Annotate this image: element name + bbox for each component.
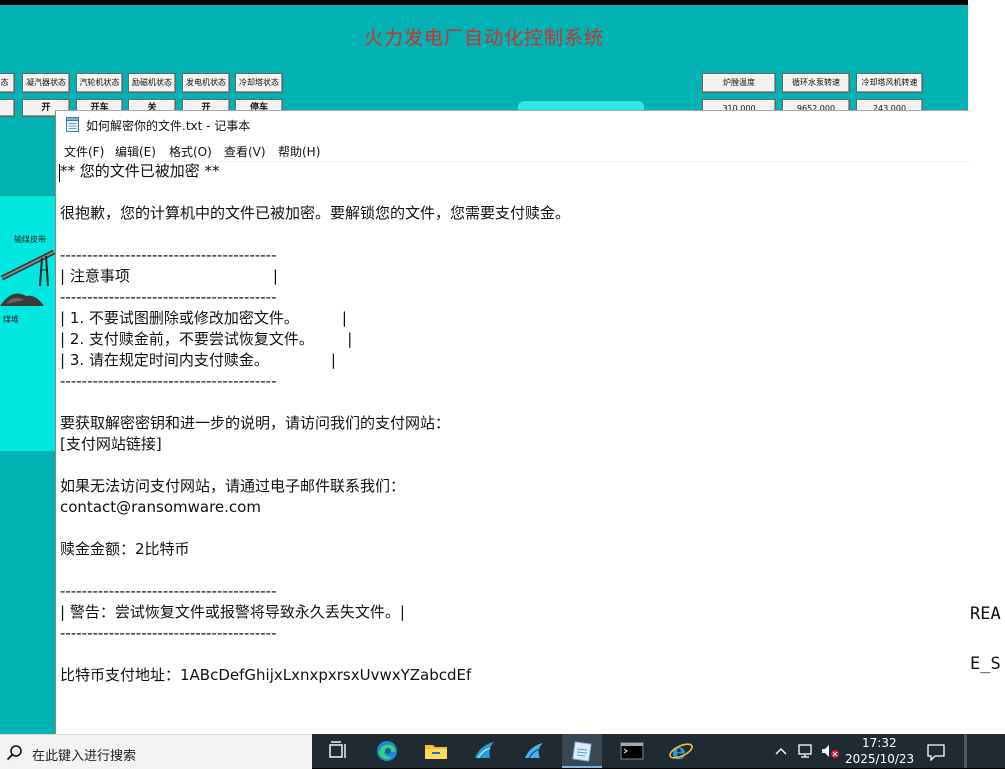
notepad-icon[interactable] (569, 739, 595, 763)
clock-time[interactable]: 17:32 (862, 736, 897, 750)
terminal-fragment: REA (970, 604, 1001, 624)
text-line: 比特币支付地址：1ABcDefGhijxLxnxpxrsxUvwxYZabcdE… (60, 666, 472, 684)
taskbar-search-box[interactable]: 在此键入进行搜索 (0, 734, 312, 769)
edge-icon[interactable] (374, 739, 400, 763)
hmi-control-button-0[interactable] (0, 99, 15, 117)
hmi-header-pump-speed: 循环水泵转速 (782, 73, 850, 93)
text-line (60, 560, 965, 581)
hmi-title: 火力发电厂自动化控制系统 (363, 27, 604, 49)
notification-icon[interactable] (926, 743, 946, 761)
text-line (60, 392, 965, 413)
text-line (60, 455, 965, 476)
text-line: 很抱歉，您的计算机中的文件已被加密。要解锁您的文件，您需要支付赎金。 (60, 204, 571, 222)
hmi-status-button-condenser[interactable]: 凝汽器状态 (22, 73, 70, 93)
text-line: ** 您的文件已被加密 ** (60, 162, 220, 180)
hmi-header-furnace-temp: 炉膛温度 (702, 73, 776, 93)
app-shark-icon[interactable] (472, 739, 498, 763)
text-line: contact@ransomware.com (60, 498, 261, 516)
text-line: 要获取解密密钥和进一步的说明，请访问我们的支付网站： (60, 414, 451, 432)
show-desktop-button[interactable] (964, 734, 967, 768)
clock-date[interactable]: 2025/10/23 (845, 752, 914, 766)
menu-format[interactable]: 格式(O) (169, 143, 212, 160)
terminal-fragment: E_S (970, 654, 1001, 674)
menu-edit[interactable]: 编辑(E) (115, 143, 156, 160)
text-line: | 3. 请在规定时间内支付赎金。 | (60, 351, 336, 369)
notepad-titlebar[interactable]: 如何解密你的文件.txt - 记事本 (56, 111, 969, 139)
hmi-status-button-0[interactable]: 态 (0, 73, 15, 93)
hmi-header-fan-speed: 冷却塔风机转速 (856, 73, 923, 93)
text-line: ---------------------------------------- (60, 372, 277, 390)
app-shark2-icon[interactable] (521, 739, 547, 763)
text-caret (59, 164, 60, 182)
text-line (60, 644, 965, 665)
hmi-status-button-generator[interactable]: 发电机状态 (182, 73, 230, 93)
conveyor-panel: 输煤皮带 煤堆 (0, 195, 55, 451)
notepad-window[interactable]: 如何解密你的文件.txt - 记事本 文件(F) 编辑(E) 格式(O) 查看(… (55, 110, 969, 735)
ie-icon[interactable]: e (668, 739, 694, 763)
text-line: ---------------------------------------- (60, 582, 277, 600)
hmi-status-button-turbine[interactable]: 汽轮机状态 (76, 73, 123, 93)
text-line: | 注意事项 | (60, 267, 278, 285)
notepad-menubar: 文件(F) 编辑(E) 格式(O) 查看(V) 帮助(H) (56, 139, 969, 162)
coal-pile-label: 煤堆 (3, 315, 19, 324)
text-line (60, 182, 965, 203)
cmd-icon[interactable] (619, 739, 645, 763)
text-line: ---------------------------------------- (60, 288, 277, 306)
text-line: [支付网站链接] (60, 435, 162, 453)
hmi-status-button-cooling-tower[interactable]: 冷却塔状态 (235, 73, 283, 93)
text-line: 如果无法访问支付网站，请通过电子邮件联系我们： (60, 477, 406, 495)
search-icon (6, 745, 22, 761)
text-line: ---------------------------------------- (60, 246, 277, 264)
text-line: 赎金金额：2比特币 (60, 540, 190, 558)
svg-text:e: e (672, 739, 686, 763)
menu-view[interactable]: 查看(V) (224, 143, 266, 160)
text-line: | 1. 不要试图删除或修改加密文件。 | (60, 309, 347, 327)
text-line: ---------------------------------------- (60, 624, 277, 642)
menu-help[interactable]: 帮助(H) (278, 143, 320, 160)
hmi-status-button-exciter[interactable]: 励磁机状态 (128, 73, 176, 93)
menu-file[interactable]: 文件(F) (64, 143, 104, 160)
text-line (60, 224, 965, 245)
speaker-muted-icon[interactable] (820, 743, 840, 759)
file-explorer-icon[interactable] (423, 739, 449, 763)
notepad-title: 如何解密你的文件.txt - 记事本 (86, 119, 251, 133)
network-icon[interactable] (797, 743, 815, 759)
conveyor-belt-icon (0, 249, 55, 306)
text-line: | 警告：尝试恢复文件或报警将导致永久丢失文件。| (60, 603, 405, 621)
text-line (60, 518, 965, 539)
text-line: | 2. 支付赎金前，不要尝试恢复文件。 | (60, 330, 353, 348)
background-window-strip (968, 0, 1005, 736)
taskbar: 在此键入进行搜索 e 17:32 2025/10/23 (0, 734, 1005, 769)
notepad-icon (66, 117, 79, 132)
notepad-text-area[interactable]: ** 您的文件已被加密 ** 很抱歉，您的计算机中的文件已被加密。要解锁您的文件… (60, 161, 965, 735)
search-placeholder: 在此键入进行搜索 (32, 749, 137, 764)
task-view-icon[interactable] (326, 739, 352, 763)
chevron-up-icon[interactable] (775, 746, 787, 756)
